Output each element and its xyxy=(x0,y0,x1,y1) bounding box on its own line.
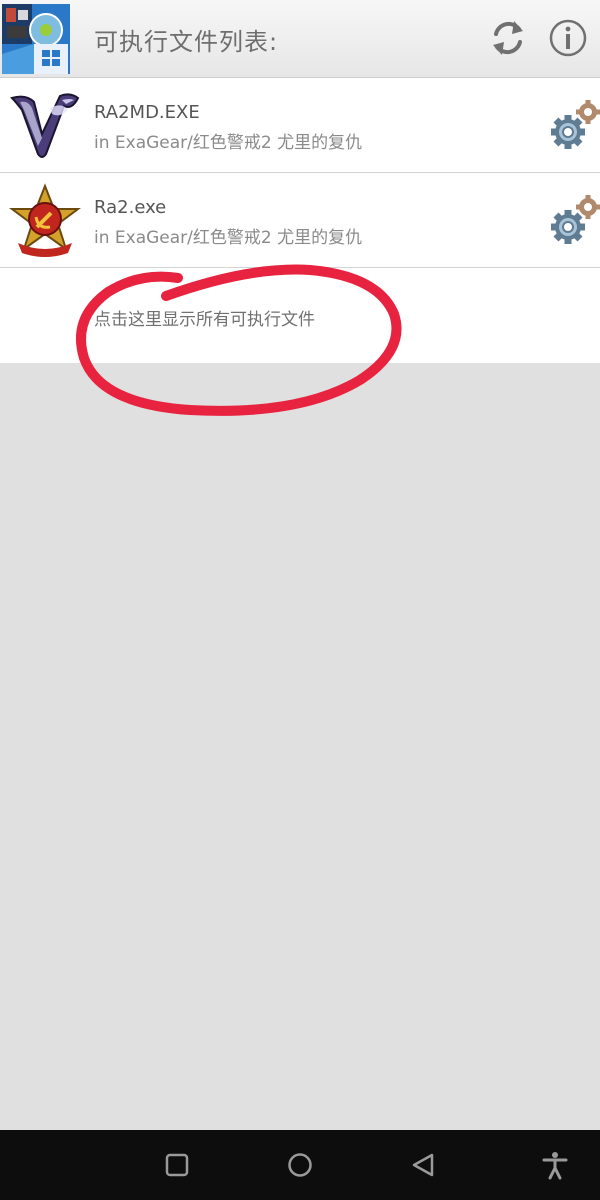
yuri-logo-icon xyxy=(10,93,80,158)
file-row-ra2[interactable]: Ra2.exe in ExaGear/红色警戒2 尤里的复仇 xyxy=(0,173,600,268)
file-path: in ExaGear/红色警戒2 尤里的复仇 xyxy=(94,228,363,248)
file-row-ra2md[interactable]: RA2MD.EXE in ExaGear/红色警戒2 尤里的复仇 xyxy=(0,78,600,173)
accessibility-icon[interactable] xyxy=(540,1150,570,1180)
file-name: Ra2.exe xyxy=(94,197,167,218)
square-icon[interactable] xyxy=(162,1150,192,1180)
page-title: 可执行文件列表: xyxy=(94,28,279,56)
file-name: RA2MD.EXE xyxy=(94,102,200,123)
file-path: in ExaGear/红色警戒2 尤里的复仇 xyxy=(94,133,363,153)
screen: 可执行文件列表: RA2MD.EXE in ExaGear/红色警戒2 尤里的复… xyxy=(0,0,600,1200)
triangle-back-icon[interactable] xyxy=(408,1150,438,1180)
info-icon[interactable] xyxy=(548,17,588,59)
exagear-app-icon[interactable] xyxy=(2,4,70,74)
executable-list: RA2MD.EXE in ExaGear/红色警戒2 尤里的复仇 Ra2.exe… xyxy=(0,78,600,363)
app-header: 可执行文件列表: xyxy=(0,0,600,78)
system-nav-bar xyxy=(0,1130,600,1200)
gear-settings-icon[interactable] xyxy=(550,193,600,247)
circle-icon[interactable] xyxy=(285,1150,315,1180)
soviet-emblem-icon xyxy=(9,183,81,257)
refresh-icon[interactable] xyxy=(488,17,528,59)
show-all-label: 点击这里显示所有可执行文件 xyxy=(94,310,315,330)
show-all-executables-item[interactable]: 点击这里显示所有可执行文件 xyxy=(0,268,600,363)
gear-settings-icon[interactable] xyxy=(550,98,600,152)
